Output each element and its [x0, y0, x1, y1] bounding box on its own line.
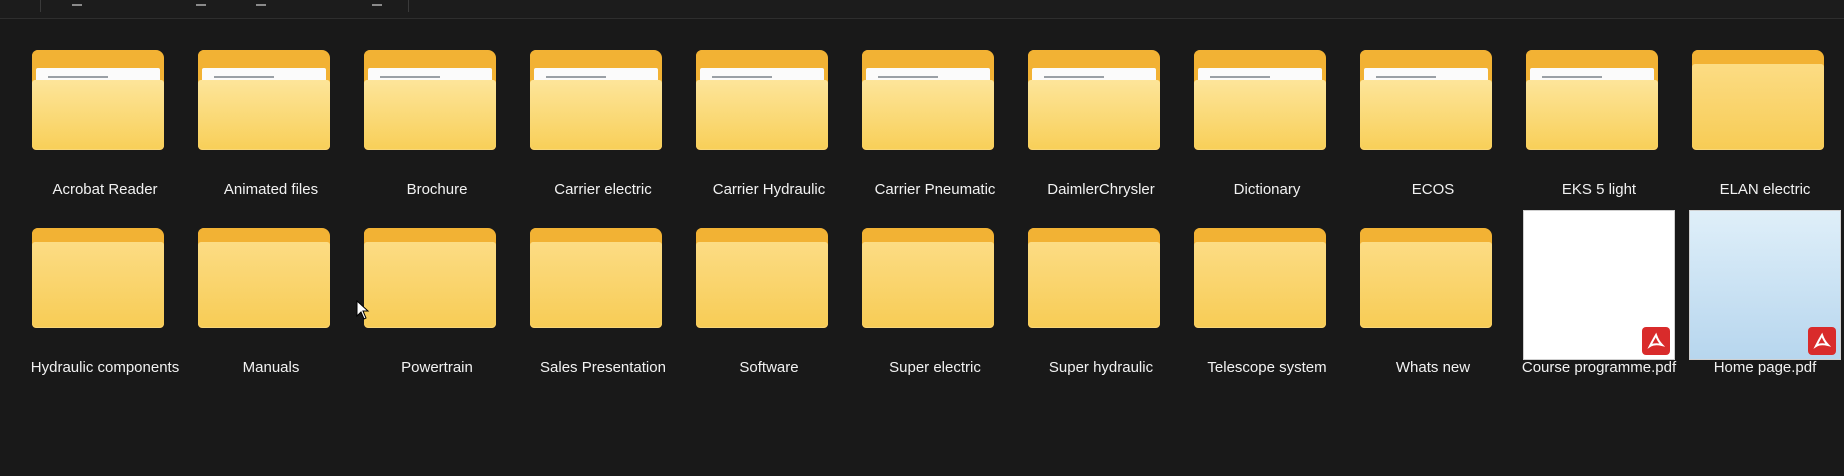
folder-icon: [364, 228, 508, 340]
folder-item[interactable]: Brochure: [354, 42, 520, 220]
toolbar-separator: [40, 0, 41, 12]
folder-icon: [1028, 50, 1172, 162]
folder-icon: [32, 228, 176, 340]
toolbar-button-icon[interactable]: [72, 0, 82, 6]
folder-icon: [364, 50, 508, 162]
pdf-file-icon: [1523, 210, 1675, 360]
toolbar: [0, 0, 1844, 19]
folder-item[interactable]: Carrier Pneumatic: [852, 42, 1018, 220]
item-label: Super hydraulic: [1048, 359, 1154, 376]
item-label: EKS 5 light: [1561, 181, 1637, 198]
folder-item[interactable]: EKS 5 light: [1516, 42, 1682, 220]
folder-item[interactable]: Software: [686, 220, 852, 398]
folder-icon: [530, 228, 674, 340]
folder-item[interactable]: Telescope system: [1184, 220, 1350, 398]
item-label: Carrier electric: [554, 181, 652, 198]
item-label: ECOS: [1411, 181, 1455, 198]
item-label: Animated files: [223, 181, 319, 198]
pdf-file-icon: [1689, 210, 1841, 360]
folder-item[interactable]: Manuals: [188, 220, 354, 398]
folder-icon: [198, 50, 342, 162]
folder-icon: [696, 228, 840, 340]
item-label: ELAN electric: [1719, 181, 1811, 198]
pdf-preview: [1523, 210, 1675, 360]
toolbar-button-icon[interactable]: [256, 0, 266, 6]
folder-item[interactable]: Whats new: [1350, 220, 1516, 398]
folder-icon: [1526, 50, 1670, 162]
folder-item[interactable]: Carrier Hydraulic: [686, 42, 852, 220]
toolbar-button-icon[interactable]: [372, 0, 382, 6]
folder-icon: [862, 50, 1006, 162]
toolbar-button-icon[interactable]: [196, 0, 206, 6]
folder-item[interactable]: Animated files: [188, 42, 354, 220]
item-label: Manuals: [242, 359, 300, 376]
folder-icon: [1360, 228, 1504, 340]
acrobat-icon: [1808, 327, 1836, 355]
folder-item[interactable]: ECOS: [1350, 42, 1516, 220]
item-label: Super electric: [889, 359, 981, 376]
item-label: Hydraulic components: [30, 359, 180, 376]
item-label: Telescope system: [1207, 359, 1327, 376]
item-label: Software: [739, 359, 799, 376]
folder-item[interactable]: Dictionary: [1184, 42, 1350, 220]
folder-icon: [1028, 228, 1172, 340]
file-item[interactable]: Course programme.pdf: [1516, 210, 1682, 398]
folder-icon: [32, 50, 176, 162]
pdf-preview: [1689, 210, 1841, 360]
file-grid: Acrobat Reader Animated files Brochure Carr…: [22, 42, 1844, 398]
folder-item[interactable]: ELAN electric: [1682, 42, 1844, 220]
folder-icon: [1692, 50, 1836, 162]
item-label: Carrier Hydraulic: [712, 181, 826, 198]
item-label: Carrier Pneumatic: [874, 181, 996, 198]
folder-item[interactable]: Super electric: [852, 220, 1018, 398]
folder-icon: [198, 228, 342, 340]
folder-icon: [1194, 228, 1338, 340]
folder-item[interactable]: Carrier electric: [520, 42, 686, 220]
toolbar-separator: [408, 0, 409, 12]
folder-icon: [1194, 50, 1338, 162]
item-label: Brochure: [406, 181, 468, 198]
file-item[interactable]: Home page.pdf: [1682, 210, 1844, 398]
item-label: Whats new: [1395, 359, 1471, 376]
folder-item[interactable]: Powertrain: [354, 220, 520, 398]
item-label: DaimlerChrysler: [1047, 181, 1155, 198]
folder-item[interactable]: Hydraulic components: [22, 220, 188, 398]
item-label: Home page.pdf: [1713, 359, 1817, 376]
mouse-pointer-icon: [356, 300, 370, 320]
item-label: Course programme.pdf: [1521, 359, 1677, 376]
item-label: Powertrain: [401, 359, 473, 376]
acrobat-icon: [1642, 327, 1670, 355]
folder-icon: [530, 50, 674, 162]
folder-item[interactable]: Super hydraulic: [1018, 220, 1184, 398]
folder-item[interactable]: DaimlerChrysler: [1018, 42, 1184, 220]
item-label: Dictionary: [1233, 181, 1301, 198]
folder-icon: [862, 228, 1006, 340]
folder-item[interactable]: Acrobat Reader: [22, 42, 188, 220]
item-label: Sales Presentation: [540, 359, 666, 376]
folder-icon: [696, 50, 840, 162]
folder-icon: [1360, 50, 1504, 162]
folder-item[interactable]: Sales Presentation: [520, 220, 686, 398]
item-label: Acrobat Reader: [52, 181, 158, 198]
